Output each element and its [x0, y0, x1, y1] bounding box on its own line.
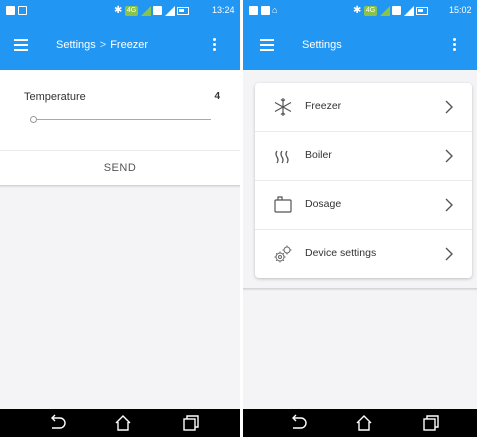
- more-options-icon[interactable]: [451, 38, 457, 52]
- notification-icons: ⌂: [249, 4, 277, 16]
- home-icon[interactable]: [354, 413, 374, 433]
- sim-icon: [153, 6, 163, 16]
- home-icon[interactable]: [113, 413, 133, 433]
- bluetooth-icon: ✱: [353, 5, 362, 16]
- more-options-icon[interactable]: [211, 38, 217, 52]
- settings-item-freezer[interactable]: Freezer: [255, 83, 472, 132]
- snowflake-icon: [274, 98, 292, 116]
- settings-item-label: Boiler: [305, 149, 332, 161]
- menu-icon[interactable]: [14, 39, 28, 51]
- status-icons: ✱ 4G: [353, 4, 429, 16]
- settings-screen: ⌂ ✱ 4G 15:02 Settings Freezer Boiler Dos…: [243, 0, 477, 437]
- settings-item-label: Device settings: [305, 247, 377, 259]
- notification-icons: [6, 4, 27, 16]
- freezer-screen: ✱ 4G 13:24 Settings > Freezer Temperature …: [0, 0, 240, 437]
- gears-icon: [274, 245, 292, 263]
- sim-icon: [392, 6, 402, 16]
- settings-item-label: Freezer: [305, 100, 342, 112]
- temperature-card: Temperature 4 SEND: [0, 70, 240, 185]
- signal-icon: [379, 5, 390, 16]
- settings-item-dosage[interactable]: Dosage: [255, 181, 472, 230]
- status-icons: ✱ 4G: [114, 4, 190, 16]
- dosage-box-icon: [274, 196, 292, 213]
- clock: 15:02: [449, 5, 472, 15]
- chevron-right-icon: [445, 247, 453, 261]
- breadcrumb-current: Freezer: [110, 39, 149, 51]
- battery-icon: [177, 6, 190, 15]
- temperature-value: 4: [214, 91, 220, 102]
- chevron-right-icon: [445, 100, 453, 114]
- network-badge: 4G: [124, 5, 139, 16]
- status-bar: ✱ 4G 13:24: [0, 0, 240, 21]
- recent-apps-icon[interactable]: [181, 413, 201, 433]
- chevron-right-icon: [445, 198, 453, 212]
- battery-icon: [416, 6, 429, 15]
- recent-apps-icon[interactable]: [421, 413, 441, 433]
- chevron-right-icon: [445, 149, 453, 163]
- lock-icon: ⌂: [272, 5, 278, 15]
- navigation-bar: [243, 409, 477, 437]
- signal-icon: [140, 5, 151, 16]
- menu-icon[interactable]: [260, 39, 274, 51]
- status-bar: ⌂ ✱ 4G 15:02: [243, 0, 477, 21]
- signal-bars-icon: [403, 5, 414, 16]
- app-bar: Settings: [243, 21, 477, 70]
- send-button[interactable]: SEND: [0, 151, 240, 185]
- breadcrumb-separator: >: [99, 39, 107, 51]
- clock: 13:24: [212, 5, 235, 15]
- bluetooth-icon: ✱: [114, 5, 123, 16]
- back-icon[interactable]: [48, 413, 66, 433]
- card-shadow: [243, 288, 477, 291]
- temperature-slider[interactable]: [33, 119, 211, 120]
- breadcrumb: Settings > Freezer: [56, 38, 148, 53]
- navigation-bar: [0, 409, 240, 437]
- card-shadow: [0, 185, 240, 188]
- page-title: Settings: [302, 39, 342, 51]
- settings-list: Freezer Boiler Dosage Device settings: [255, 83, 472, 278]
- heat-waves-icon: [275, 150, 289, 164]
- network-badge: 4G: [363, 5, 378, 16]
- breadcrumb-parent[interactable]: Settings: [56, 39, 96, 51]
- settings-item-boiler[interactable]: Boiler: [255, 132, 472, 181]
- signal-bars-icon: [164, 5, 175, 16]
- slider-thumb[interactable]: [30, 116, 37, 123]
- temperature-label: Temperature: [24, 91, 86, 103]
- app-bar: Settings > Freezer: [0, 21, 240, 70]
- settings-item-device-settings[interactable]: Device settings: [255, 230, 472, 279]
- back-icon[interactable]: [289, 413, 307, 433]
- settings-item-label: Dosage: [305, 198, 342, 210]
